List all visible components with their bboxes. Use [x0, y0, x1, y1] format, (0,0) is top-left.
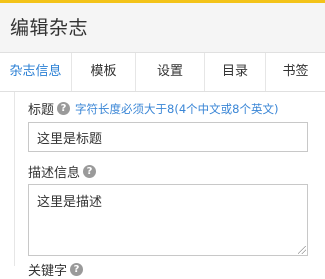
description-label: 描述信息: [28, 166, 81, 181]
tab-catalog[interactable]: 目录: [205, 53, 266, 91]
content-divider: [14, 92, 15, 266]
title-hint: 字符长度必须大于8(4个中文或8个英文): [75, 101, 279, 116]
panel-header: 编辑杂志: [0, 0, 325, 52]
keyword-label: 关键字: [28, 264, 68, 279]
tab-bookmarks[interactable]: 书签: [266, 53, 325, 91]
title-label: 标题: [28, 103, 55, 118]
help-icon[interactable]: ?: [70, 263, 84, 276]
keyword-label-row: 关键字 ?: [28, 260, 84, 279]
tab-bar: 杂志信息 模板 设置 目录 书签: [0, 52, 325, 92]
tab-template[interactable]: 模板: [72, 53, 136, 91]
help-icon[interactable]: ?: [57, 102, 71, 115]
description-textarea[interactable]: 这里是描述: [28, 184, 308, 256]
panel-title: 编辑杂志: [10, 17, 89, 39]
edit-magazine-panel: 编辑杂志 杂志信息 模板 设置 目录 书签 标题 ? 字符长度必须大于8(4个中…: [0, 0, 325, 279]
form-content: 标题 ? 字符长度必须大于8(4个中文或8个英文) 描述信息 ? 这里是描述 关…: [0, 92, 325, 279]
tab-settings[interactable]: 设置: [136, 53, 205, 91]
title-label-row: 标题 ? 字符长度必须大于8(4个中文或8个英文): [28, 99, 279, 119]
description-label-row: 描述信息 ?: [28, 162, 97, 181]
tab-magazine-info[interactable]: 杂志信息: [0, 53, 72, 91]
title-input[interactable]: [28, 122, 308, 152]
help-icon[interactable]: ?: [83, 165, 97, 178]
